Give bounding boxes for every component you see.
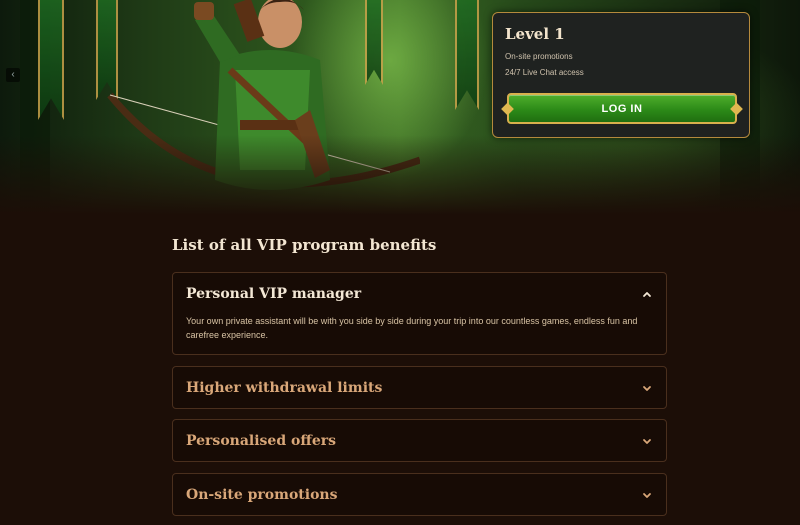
button-ornament-icon: [501, 102, 514, 115]
benefit-accordion-item: Personalised offers: [172, 419, 667, 462]
level-perk: 24/7 Live Chat access: [505, 68, 584, 77]
level-title: Level 1: [505, 25, 565, 43]
benefit-accordion-header[interactable]: Personalised offers: [173, 420, 666, 462]
benefit-accordion-item: Higher withdrawal limits: [172, 366, 667, 409]
benefit-accordion-header[interactable]: Personal VIP manager: [173, 273, 666, 315]
level-card: Level 1 On-site promotions 24/7 Live Cha…: [492, 12, 750, 138]
hero-prev-arrow[interactable]: ‹: [6, 68, 20, 82]
benefit-description: Your own private assistant will be with …: [186, 316, 638, 340]
chevron-down-icon: [643, 493, 651, 498]
hero-green-pennant: [38, 0, 64, 120]
benefit-accordion-header[interactable]: Higher withdrawal limits: [173, 367, 666, 409]
benefit-title: Personal VIP manager: [186, 286, 362, 302]
benefit-title: Personalised offers: [186, 433, 336, 449]
benefit-title: Higher withdrawal limits: [186, 380, 383, 396]
login-button[interactable]: LOG IN: [501, 93, 743, 124]
hero-fade: [0, 135, 800, 215]
benefits-section-title: List of all VIP program benefits: [172, 236, 437, 254]
chevron-down-icon: [643, 386, 651, 391]
benefit-accordion-item: Personal VIP manager Your own private as…: [172, 272, 667, 355]
benefit-accordion-item: On-site promotions: [172, 473, 667, 516]
benefit-title: On-site promotions: [186, 487, 338, 503]
login-button-label: LOG IN: [601, 102, 643, 115]
chevron-up-icon: [643, 292, 651, 297]
button-ornament-icon: [730, 102, 743, 115]
benefit-accordion-header[interactable]: On-site promotions: [173, 474, 666, 516]
level-perk: On-site promotions: [505, 52, 573, 61]
chevron-down-icon: [643, 439, 651, 444]
hero-green-pennant: [455, 0, 479, 110]
